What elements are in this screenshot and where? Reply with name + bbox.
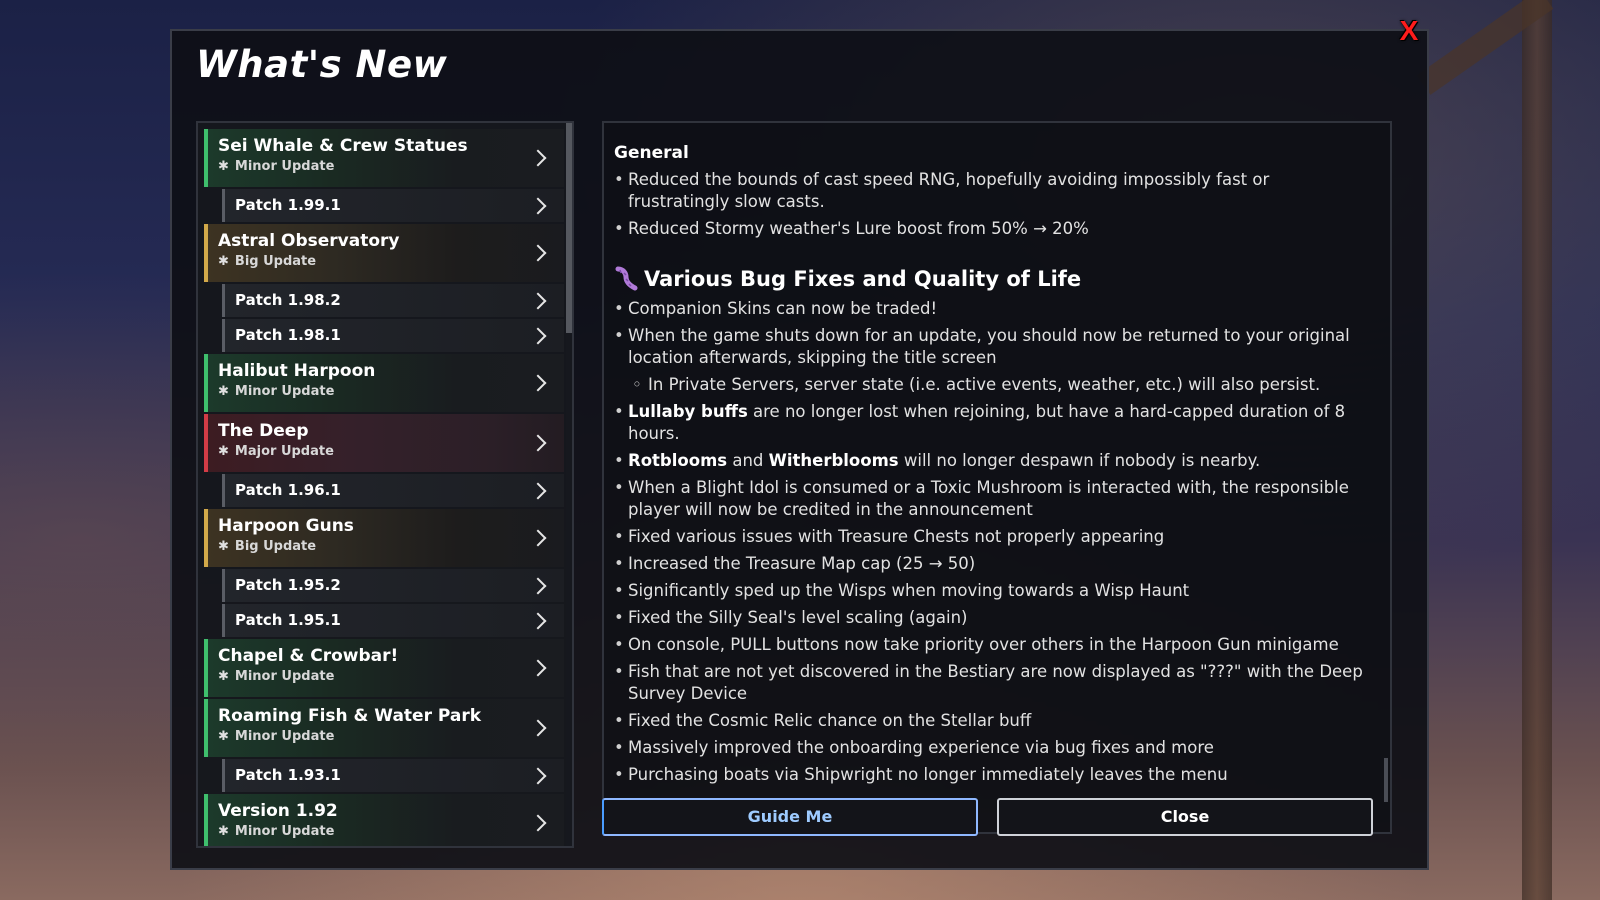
list-item: On console, PULL buttons now take priori… <box>614 634 1374 656</box>
update-item[interactable]: Halibut Harpoon ✱ Minor Update <box>204 354 564 412</box>
item-subtitle: ✱ Big Update <box>218 539 564 555</box>
page-title: What's New <box>196 43 448 86</box>
list-item: Increased the Treasure Map cap (25 → 50) <box>614 553 1374 575</box>
list-item-text: will no longer despawn if nobody is near… <box>898 451 1261 470</box>
general-list: Reduced the bounds of cast speed RNG, ho… <box>614 169 1374 240</box>
patch-item[interactable]: Patch 1.98.2 <box>222 284 564 317</box>
item-subtitle: ✱ Minor Update <box>218 824 564 840</box>
patch-notes-scroll-thumb[interactable] <box>1384 758 1388 802</box>
list-item: Purchasing boats via Shipwright no longe… <box>614 764 1374 786</box>
patch-notes-panel[interactable]: General Reduced the bounds of cast speed… <box>602 121 1392 834</box>
patch-item[interactable]: Patch 1.95.2 <box>222 569 564 602</box>
item-title: Patch 1.98.2 <box>235 291 341 309</box>
update-type-label: Minor Update <box>234 669 335 684</box>
highlight-term: Rotblooms <box>628 451 728 470</box>
item-title: Sei Whale & Crew Statues <box>218 136 468 156</box>
update-type-label: Minor Update <box>234 159 335 174</box>
item-title: Chapel & Crowbar! <box>218 646 399 666</box>
close-icon[interactable]: X <box>1392 14 1426 48</box>
update-type-label: Major Update <box>234 444 334 459</box>
section-heading-general: General <box>614 143 689 163</box>
update-list-items: Sei Whale & Crew Statues ✱ Minor Update Pat… <box>204 129 564 846</box>
fixes-list: Companion Skins can now be traded! When … <box>614 298 1374 786</box>
list-item: Companion Skins can now be traded! <box>614 298 1374 320</box>
patch-notes-body: General Reduced the bounds of cast speed… <box>614 143 1374 791</box>
list-item: When a Blight Idol is consumed or a Toxi… <box>614 477 1374 521</box>
star-icon: ✱ <box>218 669 229 684</box>
item-title: Roaming Fish & Water Park <box>218 706 482 726</box>
item-subtitle: ✱ Minor Update <box>218 159 564 175</box>
update-item[interactable]: The Deep ✱ Major Update <box>204 414 564 472</box>
star-icon: ✱ <box>218 729 229 744</box>
list-item: Massively improved the onboarding experi… <box>614 737 1374 759</box>
update-list-scrollbar[interactable] <box>566 123 572 846</box>
list-item: Fixed the Silly Seal's level scaling (ag… <box>614 607 1374 629</box>
patch-item[interactable]: Patch 1.93.1 <box>222 759 564 792</box>
update-type-label: Minor Update <box>234 384 335 399</box>
item-title: Patch 1.95.2 <box>235 576 341 594</box>
item-title: The Deep <box>218 421 309 441</box>
update-item[interactable]: Sei Whale & Crew Statues ✱ Minor Update <box>204 129 564 187</box>
update-item[interactable]: Version 1.92 ✱ Minor Update <box>204 794 564 846</box>
item-title: Harpoon Guns <box>218 516 354 536</box>
item-title: Version 1.92 <box>218 801 338 821</box>
list-item: Fixed various issues with Treasure Chest… <box>614 526 1374 548</box>
list-item: Lullaby buffs are no longer lost when re… <box>614 401 1374 445</box>
item-subtitle: ✱ Major Update <box>218 444 564 460</box>
item-subtitle: ✱ Minor Update <box>218 384 564 400</box>
update-type-label: Big Update <box>234 539 317 554</box>
item-title: Patch 1.95.1 <box>235 611 341 629</box>
item-title: Patch 1.93.1 <box>235 766 341 784</box>
update-type-label: Minor Update <box>234 824 335 839</box>
item-title: Patch 1.96.1 <box>235 481 341 499</box>
patch-item[interactable]: Patch 1.95.1 <box>222 604 564 637</box>
item-title: Astral Observatory <box>218 231 400 251</box>
patch-item[interactable]: Patch 1.98.1 <box>222 319 564 352</box>
patch-notes-scrollbar[interactable] <box>1384 123 1388 832</box>
guide-me-button[interactable]: Guide Me <box>602 798 978 836</box>
list-item: Reduced Stormy weather's Lure boost from… <box>614 218 1374 240</box>
background-post <box>1522 0 1552 900</box>
item-title: Halibut Harpoon <box>218 361 376 381</box>
list-item: When the game shuts down for an update, … <box>614 325 1374 369</box>
item-title: Patch 1.98.1 <box>235 326 341 344</box>
list-item: Fish that are not yet discovered in the … <box>614 661 1374 705</box>
list-item: Rotblooms and Witherblooms will no longe… <box>614 450 1374 472</box>
star-icon: ✱ <box>218 539 229 554</box>
item-subtitle: ✱ Big Update <box>218 254 564 270</box>
highlight-term: Lullaby buffs <box>628 402 748 421</box>
update-list[interactable]: Sei Whale & Crew Statues ✱ Minor Update Pat… <box>196 121 574 848</box>
patch-item[interactable]: Patch 1.96.1 <box>222 474 564 507</box>
whats-new-panel: What's New Sei Whale & Crew Statues ✱ Mino… <box>170 29 1429 870</box>
update-list-scroll-thumb[interactable] <box>566 123 572 333</box>
list-item-text: and <box>727 451 769 470</box>
update-item[interactable]: Astral Observatory ✱ Big Update <box>204 224 564 282</box>
star-icon: ✱ <box>218 384 229 399</box>
highlight-term: Witherblooms <box>768 451 899 470</box>
item-title: Patch 1.99.1 <box>235 196 341 214</box>
list-item: Reduced the bounds of cast speed RNG, ho… <box>614 169 1374 213</box>
close-button[interactable]: Close <box>997 798 1373 836</box>
update-item[interactable]: Harpoon Guns ✱ Big Update <box>204 509 564 567</box>
update-type-label: Minor Update <box>234 729 335 744</box>
list-item: Significantly sped up the Wisps when mov… <box>614 580 1374 602</box>
list-subitem: In Private Servers, server state (i.e. a… <box>614 374 1374 396</box>
star-icon: ✱ <box>218 254 229 269</box>
item-subtitle: ✱ Minor Update <box>218 669 564 685</box>
section-heading-fixes: Various Bug Fixes and Quality of Life <box>614 266 1374 292</box>
update-type-label: Big Update <box>234 254 317 269</box>
star-icon: ✱ <box>218 444 229 459</box>
list-item: Fixed the Cosmic Relic chance on the Ste… <box>614 710 1374 732</box>
star-icon: ✱ <box>218 159 229 174</box>
star-icon: ✱ <box>218 824 229 839</box>
worm-icon <box>615 266 638 291</box>
section-heading-fixes-label: Various Bug Fixes and Quality of Life <box>644 267 1082 291</box>
item-subtitle: ✱ Minor Update <box>218 729 564 745</box>
patch-item[interactable]: Patch 1.99.1 <box>222 189 564 222</box>
update-item[interactable]: Chapel & Crowbar! ✱ Minor Update <box>204 639 564 697</box>
update-item[interactable]: Roaming Fish & Water Park ✱ Minor Update <box>204 699 564 757</box>
